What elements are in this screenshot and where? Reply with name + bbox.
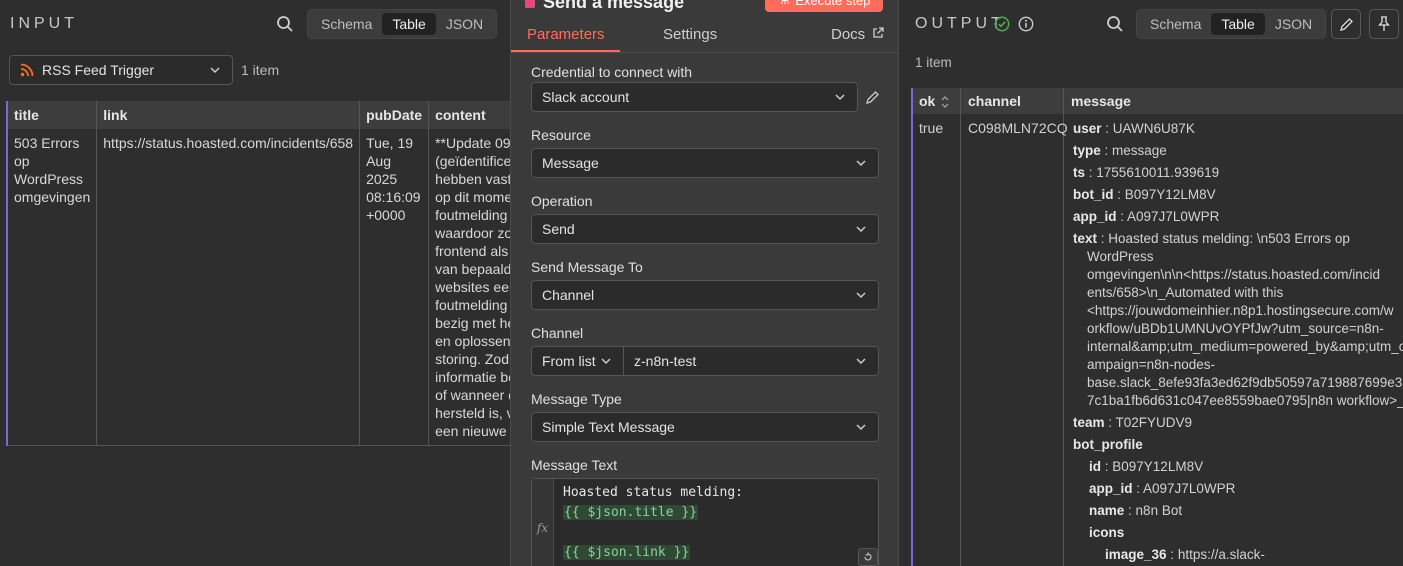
chevron-down-icon	[210, 67, 220, 74]
output-title: OUTPUT	[915, 15, 1005, 32]
edit-credential-icon[interactable]	[863, 88, 881, 106]
cell-ok: true	[919, 120, 944, 136]
bot-profile-name: n8n Bot	[1135, 503, 1183, 518]
col-content: content	[428, 101, 510, 129]
chevron-down-icon	[601, 358, 611, 365]
col-divider	[1063, 88, 1064, 566]
message-ts: 1755610011.939619	[1096, 165, 1220, 180]
credential-label: Credential to connect with	[531, 64, 693, 80]
node-select-value: RSS Feed Trigger	[42, 62, 155, 78]
cell-pubdate: Tue, 19 Aug 2025 08:16:09 +0000	[359, 129, 430, 446]
tab-schema[interactable]: Schema	[1140, 13, 1211, 35]
slack-icon	[525, 0, 535, 8]
channel-mode-select[interactable]: From list	[531, 346, 624, 376]
rss-icon	[20, 63, 34, 77]
message-text-editor[interactable]: fx Hoasted status melding: {{ $json.titl…	[531, 478, 879, 566]
chevron-down-icon	[856, 292, 866, 299]
cell-link: https://status.hoasted.com/incidents/658	[96, 129, 361, 446]
tab-table[interactable]: Table	[1211, 13, 1265, 35]
resource-label: Resource	[531, 127, 591, 143]
cell-channel: C098MLN72CQ	[968, 120, 1068, 136]
message-type-select[interactable]: Simple Text Message	[531, 412, 879, 442]
edit-output-button[interactable]	[1331, 9, 1361, 39]
chevron-down-icon	[856, 424, 866, 431]
col-title: title	[7, 101, 98, 129]
pin-data-button[interactable]	[1369, 9, 1399, 39]
flask-icon: ⚗	[778, 0, 790, 8]
col-divider	[960, 88, 961, 566]
tab-parameters[interactable]: Parameters	[527, 26, 605, 43]
tab-settings[interactable]: Settings	[663, 26, 717, 43]
message-type: message	[1112, 143, 1167, 158]
tab-table[interactable]: Table	[382, 13, 436, 35]
info-icon[interactable]	[1018, 16, 1034, 35]
search-icon[interactable]	[274, 12, 296, 36]
message-text-line2: {{ $json.title }}	[563, 505, 699, 520]
message-text-label: Message Text	[531, 457, 618, 473]
cell-title: 503 Errors op WordPress omgevingen	[7, 129, 98, 446]
credential-select[interactable]: Slack account	[531, 82, 858, 112]
message-text-line3: {{ $json.link }}	[563, 545, 691, 560]
operation-label: Operation	[531, 193, 593, 209]
chevron-down-icon	[856, 160, 866, 167]
tab-json[interactable]: JSON	[436, 13, 493, 35]
channel-select[interactable]: z-n8n-test	[623, 346, 879, 376]
message-bot-id: B097Y12LM8V	[1124, 187, 1216, 202]
tab-json[interactable]: JSON	[1265, 13, 1322, 35]
channel-label: Channel	[531, 325, 584, 341]
output-item-count: 1 item	[915, 55, 952, 70]
message-type-label: Message Type	[531, 391, 622, 407]
message-user: UAWN6U87K	[1112, 121, 1195, 136]
chevron-down-icon	[835, 94, 845, 101]
input-panel: INPUT Schema Table JSON RSS Feed Trigger…	[0, 0, 510, 566]
output-panel: OUTPUT Schema Table JSON 1 item ok chann…	[899, 0, 1403, 566]
output-view-switcher: Schema Table JSON	[1136, 9, 1327, 39]
bot-profile-image36: https://a.slack-	[1177, 547, 1265, 562]
message-team: T02FYUDV9	[1115, 415, 1193, 430]
search-icon[interactable]	[1104, 12, 1126, 36]
col-link: link	[96, 101, 361, 129]
tab-schema[interactable]: Schema	[311, 13, 382, 35]
message-text-line1: Hoasted status melding:	[563, 485, 744, 500]
message-app-id: A097J7L0WPR	[1127, 209, 1220, 224]
execute-step-button[interactable]: ⚗Execute step	[765, 0, 883, 12]
message-text: text : Hoasted status melding: \n503 Err…	[1073, 231, 1403, 408]
chevron-down-icon	[856, 358, 866, 365]
external-link-icon	[873, 27, 885, 38]
sort-icon[interactable]	[941, 95, 949, 111]
input-title: INPUT	[10, 15, 78, 32]
col-channel: channel	[968, 93, 1021, 109]
bot-profile-label: bot_profile	[1073, 437, 1143, 452]
col-message: message	[1071, 93, 1131, 109]
send-to-select[interactable]: Channel	[531, 280, 879, 310]
input-item-count: 1 item	[241, 62, 280, 78]
input-table: title link pubDate content 503 Errors op…	[6, 101, 510, 446]
bot-profile-id: B097Y12LM8V	[1112, 459, 1204, 474]
expression-fx-icon: fx	[532, 479, 554, 566]
docs-link[interactable]: Docs	[831, 26, 885, 43]
resource-select[interactable]: Message	[531, 148, 879, 178]
operation-select[interactable]: Send	[531, 214, 879, 244]
send-to-label: Send Message To	[531, 259, 643, 275]
icons-label: icons	[1089, 525, 1125, 540]
pencil-icon	[1339, 17, 1353, 31]
output-table: ok channel message true C098MLN72CQ user…	[911, 88, 1403, 566]
node-title: Send a message	[525, 0, 684, 13]
chevron-down-icon	[856, 226, 866, 233]
pin-icon	[1378, 16, 1390, 31]
col-ok: ok	[919, 93, 936, 109]
bot-profile-app-id: A097J7L0WPR	[1143, 481, 1236, 496]
success-check-icon	[994, 16, 1010, 35]
cell-message: user : UAWN6U87K type : message ts : 175…	[1073, 121, 1403, 562]
node-select[interactable]: RSS Feed Trigger	[9, 55, 233, 85]
expand-editor-icon[interactable]	[858, 548, 878, 566]
active-tab-indicator	[511, 50, 620, 52]
node-panel: Send a message ⚗Execute step Parameters …	[510, 0, 899, 566]
cell-content: **Update 09 (geïdentifice hebben vast op di…	[428, 129, 510, 446]
table-row: 503 Errors op WordPress omgevingen https…	[7, 129, 510, 446]
input-view-switcher: Schema Table JSON	[307, 9, 498, 39]
col-pubdate: pubDate	[359, 101, 430, 129]
